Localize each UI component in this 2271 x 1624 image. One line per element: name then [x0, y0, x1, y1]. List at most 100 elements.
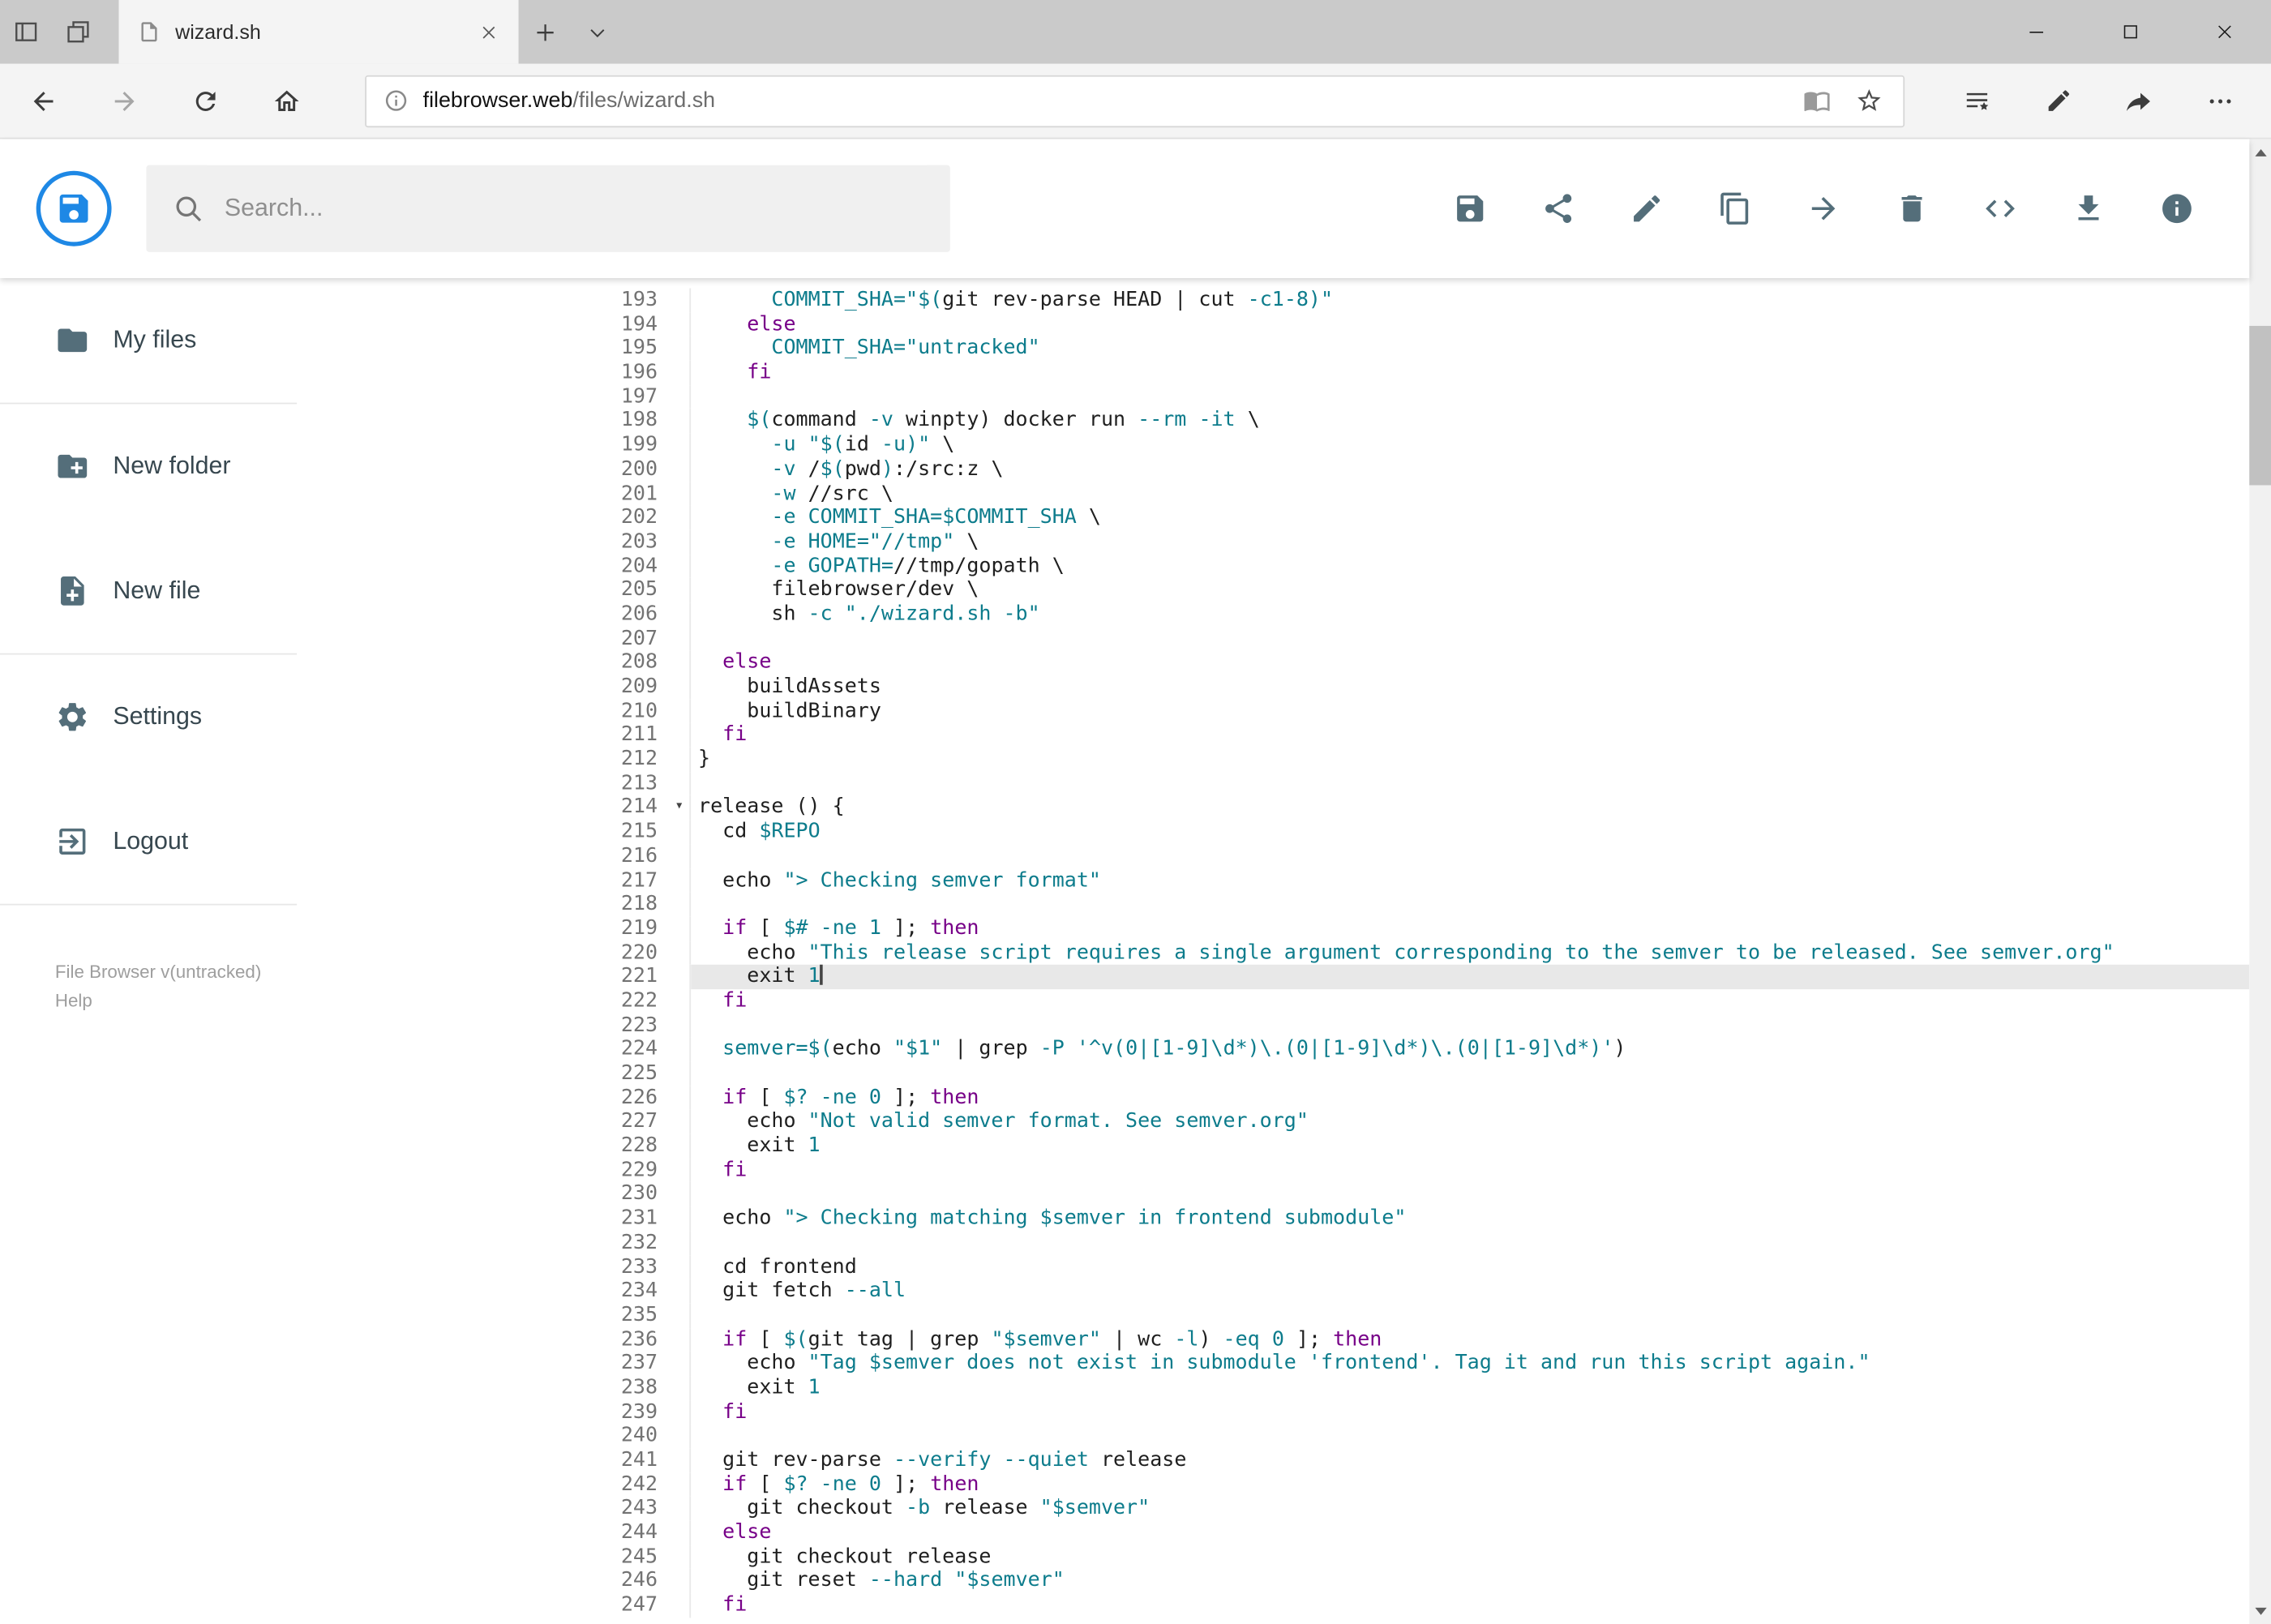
code-line-202[interactable]: 202 -e COMMIT_SHA=$COMMIT_SHA \ [297, 505, 2249, 530]
minimize-button[interactable] [1989, 0, 2083, 64]
app-logo[interactable] [36, 170, 112, 246]
save-button[interactable] [1453, 191, 1488, 226]
code-line-198[interactable]: 198 $(command -v winpty) docker run --rm… [297, 409, 2249, 434]
address-input[interactable]: filebrowser.web/files/wizard.sh [365, 74, 1905, 127]
sidebar-item-my-files[interactable]: My files [0, 278, 297, 403]
site-info-icon[interactable] [383, 88, 408, 113]
refresh-button[interactable] [165, 63, 246, 139]
code-line-223[interactable]: 223 [297, 1013, 2249, 1038]
code-line-231[interactable]: 231 echo "> Checking matching $semver in… [297, 1206, 2249, 1232]
code-line-222[interactable]: 222 fi [297, 988, 2249, 1013]
sidebar-item-new-folder[interactable]: New folder [0, 404, 297, 529]
hub-favorites-button[interactable] [1936, 63, 2017, 139]
sidebar-item-new-file[interactable]: New file [0, 529, 297, 653]
code-line-196[interactable]: 196 fi [297, 360, 2249, 385]
code-line-230[interactable]: 230 [297, 1182, 2249, 1207]
code-line-225[interactable]: 225 [297, 1061, 2249, 1086]
code-line-201[interactable]: 201 -w //src \ [297, 481, 2249, 506]
code-line-240[interactable]: 240 [297, 1424, 2249, 1449]
help-link[interactable]: Help [55, 987, 276, 1016]
code-line-194[interactable]: 194 else [297, 312, 2249, 337]
saved-tabs-button[interactable] [52, 0, 104, 64]
browser-scrollbar[interactable] [2249, 139, 2271, 1624]
code-line-220[interactable]: 220 echo "This release script requires a… [297, 941, 2249, 966]
tab-preview-button[interactable] [571, 0, 623, 64]
rename-button[interactable] [1630, 191, 1665, 226]
scroll-down-button[interactable] [2249, 1600, 2271, 1622]
code-line-216[interactable]: 216 [297, 844, 2249, 868]
code-line-246[interactable]: 246 git reset --hard "$semver" [297, 1569, 2249, 1594]
code-line-224[interactable]: 224 semver=$(echo "$1" | grep -P '^v(0|[… [297, 1037, 2249, 1062]
code-line-238[interactable]: 238 exit 1 [297, 1375, 2249, 1400]
tab-close-icon[interactable] [469, 13, 507, 50]
code-line-200[interactable]: 200 -v /$(pwd):/src:z \ [297, 457, 2249, 482]
download-button[interactable] [2072, 191, 2106, 226]
code-line-244[interactable]: 244 else [297, 1520, 2249, 1545]
code-editor[interactable]: 193 COMMIT_SHA="$(git rev-parse HEAD | c… [297, 278, 2250, 1624]
reading-view-button[interactable] [1790, 76, 1842, 126]
code-line-226[interactable]: 226 if [ $? -ne 0 ]; then [297, 1086, 2249, 1111]
fold-marker-icon[interactable]: ▾ [675, 796, 683, 821]
code-line-237[interactable]: 237 echo "Tag $semver does not exist in … [297, 1352, 2249, 1376]
code-line-234[interactable]: 234 git fetch --all [297, 1279, 2249, 1304]
code-button[interactable] [1983, 191, 2018, 226]
code-line-245[interactable]: 245 git checkout release [297, 1545, 2249, 1570]
code-line-241[interactable]: 241 git rev-parse --verify --quiet relea… [297, 1448, 2249, 1473]
search-input[interactable] [224, 194, 924, 224]
close-window-button[interactable] [2177, 0, 2271, 64]
code-line-203[interactable]: 203 -e HOME="//tmp" \ [297, 529, 2249, 555]
web-notes-button[interactable] [2017, 63, 2098, 139]
code-line-211[interactable]: 211 fi [297, 723, 2249, 748]
forward-button[interactable] [84, 63, 165, 139]
code-line-197[interactable]: 197 [297, 384, 2249, 409]
code-line-195[interactable]: 195 COMMIT_SHA="untracked" [297, 336, 2249, 361]
code-line-208[interactable]: 208 else [297, 650, 2249, 675]
code-line-204[interactable]: 204 -e GOPATH=//tmp/gopath \ [297, 554, 2249, 579]
maximize-button[interactable] [2083, 0, 2177, 64]
search-bar[interactable] [146, 165, 950, 252]
code-line-193[interactable]: 193 COMMIT_SHA="$(git rev-parse HEAD | c… [297, 288, 2249, 313]
code-line-232[interactable]: 232 [297, 1231, 2249, 1255]
more-menu-button[interactable] [2180, 63, 2261, 139]
home-button[interactable] [246, 63, 328, 139]
code-line-247[interactable]: 247 fi [297, 1593, 2249, 1618]
delete-button[interactable] [1895, 191, 1930, 226]
code-line-205[interactable]: 205 filebrowser/dev \ [297, 578, 2249, 603]
browser-tab[interactable]: wizard.sh [118, 0, 519, 64]
code-line-228[interactable]: 228 exit 1 [297, 1133, 2249, 1159]
copy-button[interactable] [1718, 191, 1753, 226]
favorite-star-button[interactable] [1842, 76, 1894, 126]
code-line-236[interactable]: 236 if [ $(git tag | grep "$semver" | wc… [297, 1327, 2249, 1352]
code-line-227[interactable]: 227 echo "Not valid semver format. See s… [297, 1110, 2249, 1134]
scroll-up-button[interactable] [2249, 142, 2271, 164]
code-line-209[interactable]: 209 buildAssets [297, 675, 2249, 700]
code-line-219[interactable]: 219 if [ $# -ne 1 ]; then [297, 916, 2249, 941]
share-page-button[interactable] [2098, 63, 2179, 139]
code-line-221[interactable]: 221 exit 1 [297, 965, 2250, 989]
scrollbar-thumb[interactable] [2249, 325, 2271, 486]
sidebar-item-settings[interactable]: Settings [0, 654, 297, 779]
code-line-217[interactable]: 217 echo "> Checking semver format" [297, 868, 2249, 893]
code-line-214[interactable]: 214 ▾ release () { [297, 795, 2249, 821]
code-line-239[interactable]: 239 fi [297, 1399, 2249, 1425]
code-line-206[interactable]: 206 sh -c "./wizard.sh -b" [297, 602, 2249, 627]
code-line-212[interactable]: 212} [297, 747, 2249, 772]
code-line-233[interactable]: 233 cd frontend [297, 1254, 2249, 1279]
back-button[interactable] [3, 63, 84, 139]
info-button[interactable] [2160, 191, 2195, 226]
code-line-242[interactable]: 242 if [ $? -ne 0 ]; then [297, 1472, 2249, 1498]
code-line-215[interactable]: 215 cd $REPO [297, 820, 2249, 845]
code-line-210[interactable]: 210 buildBinary [297, 699, 2249, 724]
code-line-243[interactable]: 243 git checkout -b release "$semver" [297, 1497, 2249, 1521]
set-tabs-aside-button[interactable] [0, 0, 52, 64]
code-line-199[interactable]: 199 -u "$(id -u)" \ [297, 433, 2249, 458]
code-line-229[interactable]: 229 fi [297, 1158, 2249, 1183]
move-button[interactable] [1806, 191, 1841, 226]
share-button[interactable] [1541, 191, 1576, 226]
new-tab-button[interactable] [519, 0, 571, 64]
code-line-213[interactable]: 213 [297, 771, 2249, 796]
sidebar-item-logout[interactable]: Logout [0, 779, 297, 904]
code-line-218[interactable]: 218 [297, 892, 2249, 917]
code-line-235[interactable]: 235 [297, 1303, 2249, 1328]
code-line-207[interactable]: 207 [297, 626, 2249, 651]
